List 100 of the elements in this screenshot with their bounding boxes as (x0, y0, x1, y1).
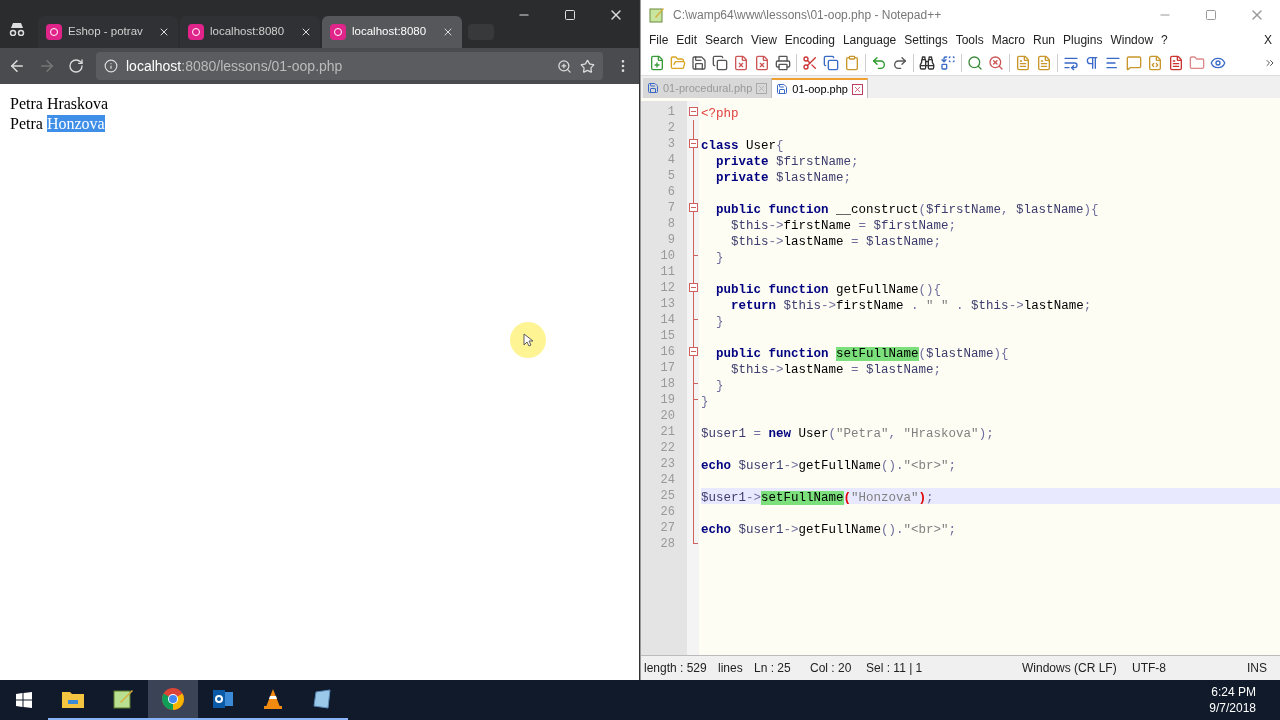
browser-tab[interactable]: localhost:8080 (322, 16, 462, 48)
fold-marker[interactable] (689, 203, 698, 212)
close-icon[interactable] (158, 26, 170, 38)
line-number: 19 (659, 392, 675, 408)
menu-item[interactable]: Settings (900, 31, 952, 49)
line-number: 18 (659, 376, 675, 392)
line-number: 10 (659, 248, 675, 264)
site-icon (188, 24, 204, 40)
menu-item[interactable]: Encoding (780, 31, 839, 49)
line-number: 3 (666, 136, 675, 152)
sync-horizontal-icon[interactable] (1036, 54, 1052, 71)
file-tab[interactable]: 01-oop.php (772, 78, 868, 98)
menu-item[interactable]: Edit (672, 31, 702, 49)
code-line: private $firstName; (715, 155, 859, 169)
function-list-icon[interactable] (1168, 54, 1184, 71)
code-line: $this->lastName = $lastName; (730, 235, 942, 249)
line-number: 14 (659, 312, 675, 328)
pointer-icon (523, 333, 533, 347)
info-icon (104, 59, 118, 73)
maximize-icon (1205, 9, 1217, 21)
code-line: } (715, 315, 724, 329)
undo-icon[interactable] (871, 54, 887, 71)
bookmark-icon[interactable] (580, 58, 595, 74)
line-number: 23 (659, 456, 675, 472)
notepad-icon (112, 688, 134, 710)
zoom-in-icon[interactable] (967, 54, 983, 71)
window-title: C:\wamp64\www\lessons\01-oop.php - Notepad++ (673, 7, 943, 24)
line-number: 27 (659, 520, 675, 536)
back-icon[interactable] (8, 57, 26, 75)
folder-icon (61, 689, 85, 709)
line-number: 11 (659, 264, 675, 280)
line-number: 12 (659, 280, 675, 296)
menu-item[interactable]: Tools (951, 31, 988, 49)
fold-marker[interactable] (689, 107, 698, 116)
close-document-button[interactable]: X (1256, 31, 1280, 49)
line-number: 20 (659, 408, 675, 424)
document-map-icon[interactable] (1147, 54, 1163, 71)
chrome-icon (161, 687, 185, 711)
fold-marker[interactable] (689, 139, 698, 148)
taskbar-app[interactable] (148, 680, 198, 720)
paste-icon[interactable] (844, 54, 860, 71)
browser-tab[interactable]: localhost:8080 (180, 16, 320, 48)
cut-icon[interactable] (802, 54, 818, 71)
menu-item[interactable]: Macro (987, 31, 1029, 49)
menu-item[interactable]: Run (1029, 31, 1060, 49)
print-icon[interactable] (775, 54, 791, 71)
fold-end-marker (693, 536, 698, 544)
incognito-icon (8, 22, 26, 36)
zoom-out-icon[interactable] (988, 54, 1004, 71)
close-icon[interactable] (300, 26, 312, 38)
menu-item[interactable]: Language (838, 31, 901, 49)
tab-title: 01-oop.php (792, 81, 848, 97)
close-all-icon[interactable] (754, 54, 770, 71)
code-line: } (715, 251, 724, 265)
code-line: public function __construct($firstName, $lastName){ (715, 203, 1099, 217)
maximize-icon (564, 9, 576, 21)
menu-item[interactable]: ? (1157, 31, 1172, 49)
sync-vertical-icon[interactable] (1015, 54, 1031, 71)
line-number: 21 (659, 424, 675, 440)
menu-item[interactable]: View (747, 31, 781, 49)
line-number: 13 (659, 296, 675, 312)
close-icon[interactable] (442, 26, 454, 38)
code-line: <?php (701, 107, 739, 121)
zoom-icon[interactable] (557, 58, 572, 74)
new-file-icon[interactable] (649, 54, 665, 71)
line-number: 24 (659, 472, 675, 488)
code-line: echo $user1->getFullName()."<br>"; (701, 523, 957, 537)
menu-item[interactable]: File (645, 31, 673, 49)
line-number: 15 (659, 328, 675, 344)
pilcrow-icon[interactable] (1084, 54, 1100, 71)
save-icon[interactable] (691, 54, 707, 71)
app-icon (312, 688, 334, 710)
code-line: } (701, 395, 709, 409)
copy-icon[interactable] (823, 54, 839, 71)
code-line: $user1->setFullName("Honzova"); (701, 491, 934, 505)
close-icon[interactable] (851, 83, 863, 95)
line-number: 26 (659, 504, 675, 520)
close-file-icon[interactable] (733, 54, 749, 71)
fold-marker[interactable] (689, 283, 698, 292)
replace-icon[interactable] (940, 54, 956, 71)
browser-tab[interactable]: Eshop - potrav (38, 16, 178, 48)
line-number: 16 (659, 344, 675, 360)
redo-icon[interactable] (892, 54, 908, 71)
status-text: Windows (CR LF) (1021, 660, 1118, 677)
tab-title: localhost:8080 (210, 24, 286, 40)
find-icon[interactable] (919, 54, 935, 71)
menu-item[interactable]: Search (701, 31, 748, 49)
status-text: lines (717, 660, 744, 677)
menu-item[interactable]: Window (1106, 31, 1158, 49)
line-number: 1 (666, 104, 675, 120)
clock[interactable]: 6:24 PM 9/7/2018 (1209, 684, 1280, 716)
reload-icon[interactable] (68, 58, 84, 74)
address-bar[interactable]: localhost:8080/lessons/01-oop.php (96, 52, 603, 80)
code-line: } (715, 379, 724, 393)
comment-icon[interactable] (1126, 54, 1142, 71)
save-all-icon[interactable] (712, 54, 728, 71)
folder-icon[interactable] (1189, 54, 1205, 71)
code-line: private $lastName; (715, 171, 852, 185)
menu-item[interactable]: Plugins (1059, 31, 1107, 49)
fold-marker[interactable] (689, 347, 698, 356)
